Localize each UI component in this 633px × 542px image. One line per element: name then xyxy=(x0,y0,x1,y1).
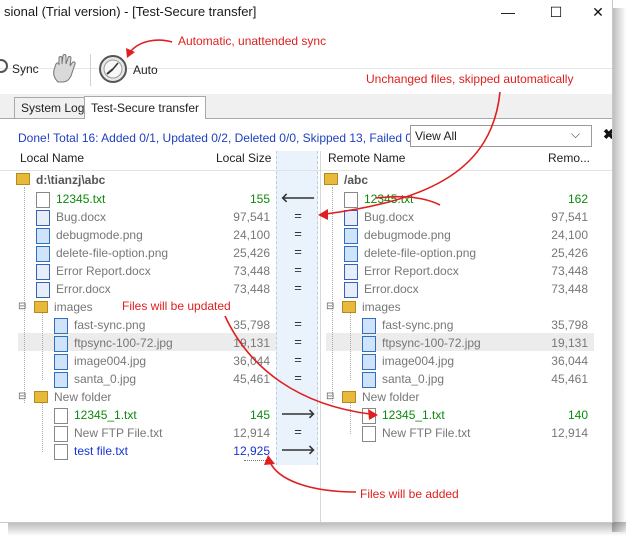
arrowhead-added xyxy=(264,455,275,465)
arrow-updated xyxy=(224,315,371,415)
arrowhead-auto-sync xyxy=(126,48,135,58)
arrow-added xyxy=(269,461,357,493)
arrow-auto-sync xyxy=(129,39,173,53)
annotation-arrows xyxy=(126,39,501,493)
app-window: sional (Trial version) - [Test-Secure tr… xyxy=(0,0,613,523)
arrow-unchanged xyxy=(325,91,501,215)
arrow-to-12345 xyxy=(375,195,441,206)
arrowhead-updated xyxy=(368,409,378,420)
arrowhead-unchanged xyxy=(318,209,328,220)
window-shadow-right xyxy=(612,8,626,532)
window-shadow-bottom xyxy=(8,522,626,536)
